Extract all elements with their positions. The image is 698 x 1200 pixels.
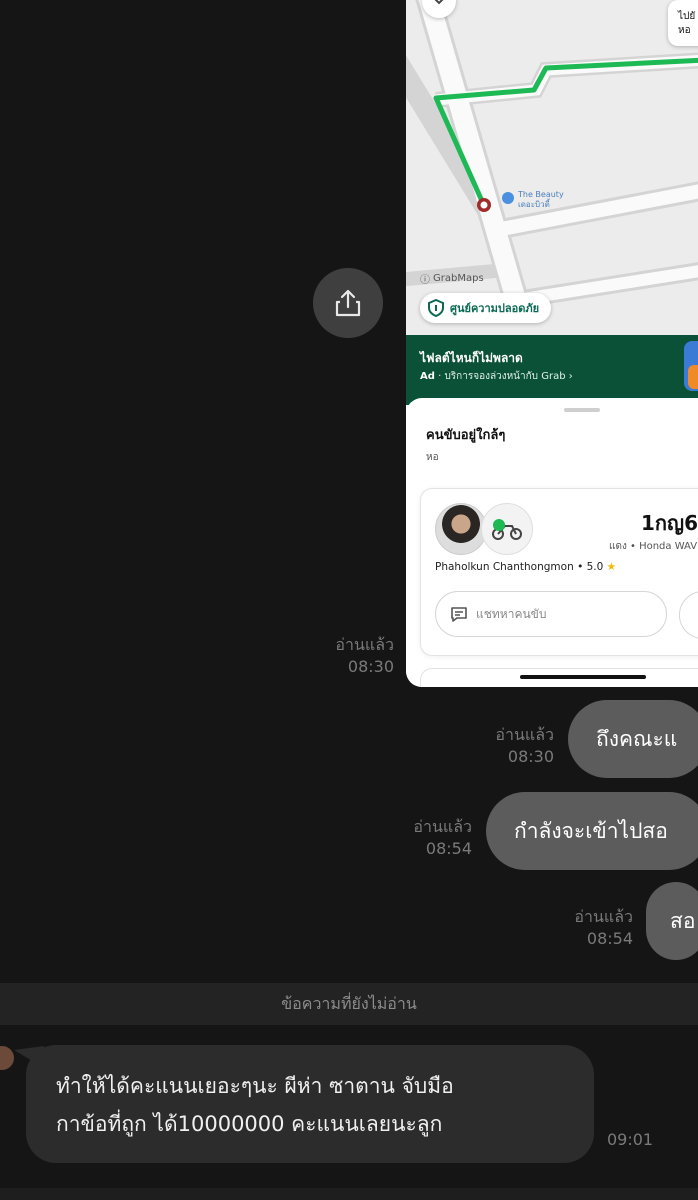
message-text-line: กาข้อที่ถูก ได้10000000 คะแนนเลยนะลูก <box>56 1112 443 1136</box>
home-indicator <box>520 675 646 679</box>
map-attribution: ⓘ GrabMaps <box>420 271 484 286</box>
chat-placeholder: แชทหาคนขับ <box>476 606 547 621</box>
bottom-bar <box>0 1188 698 1200</box>
ad-badge: Ad <box>420 371 435 382</box>
driver-rating: • 5.0 <box>577 561 604 573</box>
read-label: อ่านแล้ว <box>413 817 472 836</box>
driver-name: Phaholkun Chanthongmon <box>435 561 574 573</box>
driver-card: 1กญ67 แดง • Honda WAVE Phaholkun Chantho… <box>420 488 698 656</box>
message-time: 08:54 <box>586 929 633 948</box>
vehicle-info: แดง • Honda WAVE <box>609 541 698 552</box>
outgoing-message-bubble[interactable]: ถึงคณะแ <box>568 700 698 778</box>
destination-place: หอ <box>678 25 691 36</box>
info-icon: ⓘ <box>420 275 430 286</box>
shield-icon <box>428 299 444 317</box>
sheet-title: คนขับอยู่ใกล้ๆ <box>426 428 506 443</box>
message-time: 09:01 <box>607 1130 654 1149</box>
star-icon: ★ <box>606 561 617 573</box>
poi-name-th: เดอะบิวตี้ <box>518 200 550 209</box>
message-text: กำลังจะเข้าไปสอ <box>514 818 668 843</box>
message-time: 08:54 <box>425 839 472 858</box>
unread-label: ข้อความที่ยังไม่อ่าน <box>281 993 417 1013</box>
message-read-receipt: อ่านแล้ว 08:30 <box>478 724 554 768</box>
chat-driver-input[interactable]: แชทหาคนขับ <box>435 591 667 637</box>
ad-subtitle: Ad · บริการจองล่วงหน้ากับ Grab › <box>420 371 573 382</box>
ad-title: ไฟลต์ไหนก็ไม่พลาด <box>420 351 523 365</box>
sheet-subtitle: หอ <box>426 452 439 463</box>
message-read-receipt: อ่านแล้ว 08:54 <box>396 816 472 860</box>
attribution-text: GrabMaps <box>433 273 484 284</box>
sheet-handle[interactable] <box>564 408 600 412</box>
image-read-receipt: อ่านแล้ว 08:30 <box>318 634 394 678</box>
share-icon <box>335 289 361 317</box>
message-time: 08:30 <box>347 657 394 676</box>
ad-illustration-accent <box>688 365 698 389</box>
read-label: อ่านแล้ว <box>495 725 554 744</box>
call-driver-button[interactable] <box>679 591 698 639</box>
map-poi[interactable]: The Beauty เดอะบิวตี้ <box>502 190 564 210</box>
driver-avatar <box>435 503 487 555</box>
destination-label: ไปยั <box>678 11 696 22</box>
chat-bubble-icon <box>451 607 467 622</box>
unread-divider: ข้อความที่ยังไม่อ่าน <box>0 983 698 1025</box>
poi-pin-icon <box>502 192 514 204</box>
map-view: ... ไปยั หอ The Beauty เดอะบิวตี้ ⓘ Grab… <box>406 0 698 335</box>
safety-center-button[interactable]: ศูนย์ความปลอดภัย <box>420 293 552 323</box>
ad-subtitle-text: บริการจองล่วงหน้ากับ Grab <box>444 371 566 382</box>
message-text: ถึงคณะแ <box>596 726 678 751</box>
driver-name-rating: Phaholkun Chanthongmon • 5.0 ★ <box>435 561 616 573</box>
safety-label: ศูนย์ความปลอดภัย <box>450 302 540 315</box>
read-label: อ่านแล้ว <box>574 907 633 926</box>
message-text: สอ <box>670 908 696 933</box>
message-text-line: ทำให้ได้คะแนนเยอะๆนะ ผีห่า ซาตาน จับมือ <box>56 1074 454 1098</box>
outgoing-message-bubble[interactable]: สอ <box>646 882 698 960</box>
poi-name-en: The Beauty <box>518 190 564 199</box>
message-time: 08:30 <box>507 747 554 766</box>
sender-avatar[interactable] <box>0 1046 14 1070</box>
read-label: อ่านแล้ว <box>335 635 394 654</box>
outgoing-message-bubble[interactable]: กำลังจะเข้าไปสอ <box>486 792 698 870</box>
incoming-message-bubble[interactable]: ทำให้ได้คะแนนเยอะๆนะ ผีห่า ซาตาน จับมือ … <box>26 1045 594 1163</box>
message-read-receipt: อ่านแล้ว 08:54 <box>557 906 633 950</box>
driver-bottom-sheet: คนขับอยู่ใกล้ๆ หอ 1กญ67 แดง • Honda WAVE… <box>406 398 698 687</box>
shared-screenshot-image[interactable]: ... ไปยั หอ The Beauty เดอะบิวตี้ ⓘ Grab… <box>406 0 698 687</box>
license-plate: 1กญ67 <box>641 511 698 535</box>
chevron-down-icon <box>434 0 444 5</box>
chevron-right-icon: › <box>568 371 573 382</box>
destination-card[interactable]: ไปยั หอ <box>668 0 698 46</box>
motorbike-icon <box>481 503 533 555</box>
ad-banner[interactable]: ไฟลต์ไหนก็ไม่พลาด Ad · บริการจองล่วงหน้า… <box>406 335 698 405</box>
share-button[interactable] <box>313 268 383 338</box>
